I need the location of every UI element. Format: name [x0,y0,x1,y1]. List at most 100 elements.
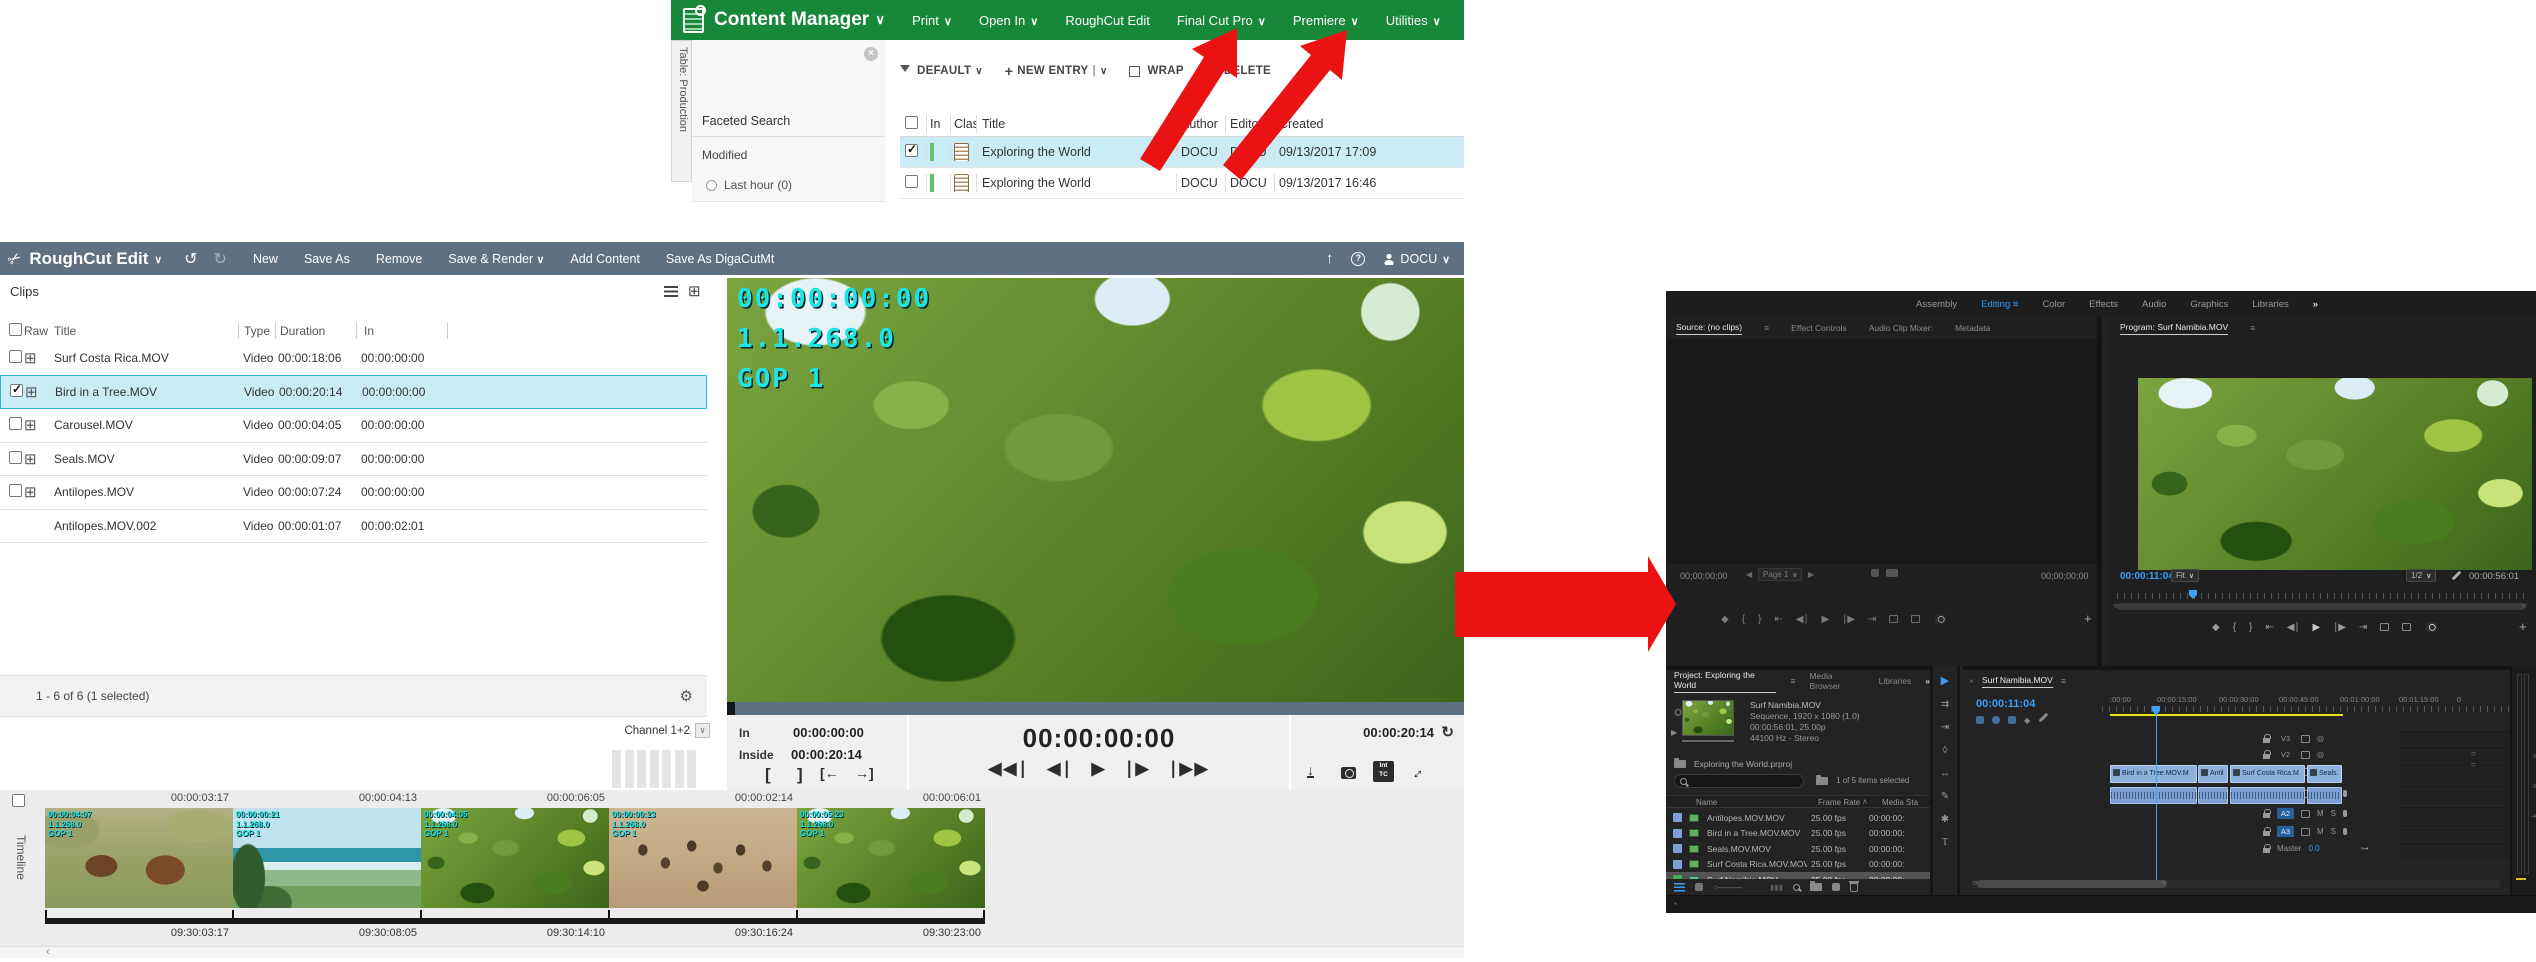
timeline-clip-thumbnail[interactable]: 00:00:05:231.1.268.0GOP 1 [797,808,985,908]
tab-effects[interactable]: Effects [2089,299,2118,310]
row-checkbox[interactable] [905,175,918,188]
timeline-clip[interactable]: Bird in a Tree.MOV.M [2110,765,2197,783]
mark-out-button[interactable]: ] [797,765,803,785]
play-icon[interactable]: ▶ [2312,622,2320,633]
scroll-handle-icon[interactable]: ○ [2113,601,2118,610]
panel-menu-icon[interactable]: ≡ [2250,323,2255,333]
hand-tool[interactable]: ✱ [1933,814,1957,825]
timeline-playhead[interactable] [2156,714,2157,882]
mark-in-icon[interactable]: { [2233,622,2236,633]
sync-lock-icon[interactable] [2301,810,2310,818]
go-to-in-icon[interactable]: ⇤ [2265,622,2273,633]
tab-media-browser[interactable]: Media Browser [1809,671,1864,691]
filter-default-button[interactable]: DEFAULT [900,65,983,77]
project-file-name[interactable]: Exploring the World.prproj [1694,759,1792,769]
col-raw[interactable]: Raw [24,324,44,338]
tab-program[interactable]: Program: Surf Namibia.MOV [2120,322,2228,335]
add-content-button[interactable]: Add Content [570,252,640,266]
row-checkbox[interactable] [9,350,22,363]
channel-select[interactable]: ∨ [695,723,710,738]
find-icon[interactable] [1793,884,1800,891]
download-icon[interactable] [1307,765,1314,778]
video-preview[interactable]: 00:00:00:00 1.1.268.0 GOP 1 [727,278,1464,702]
resolution-select[interactable]: 1/2 [2406,569,2436,582]
voiceover-mic-icon[interactable] [2343,828,2347,835]
go-to-out-icon[interactable]: ⇥ [2359,622,2367,633]
new-item-icon[interactable] [1832,883,1840,891]
clip-row[interactable]: ⊞ Surf Costa Rica.MOV Video 00:00:18:06 … [0,342,707,376]
sort-asc-icon[interactable]: ∧ [1862,797,1868,806]
voiceover-mic-icon[interactable] [2343,810,2347,817]
video-scrubber[interactable] [727,702,1464,715]
lock-icon[interactable] [2263,738,2270,743]
zoom-handle-icon[interactable]: ○ [1973,878,1978,887]
save-as-button[interactable]: Save As [304,252,350,266]
add-marker-icon[interactable]: ◆ [1721,614,1729,625]
row-checkbox[interactable] [9,417,22,430]
tab-source[interactable]: Source: (no clips) [1676,322,1742,335]
list-view-icon[interactable] [1674,883,1685,892]
bin-icon[interactable] [1816,777,1828,785]
user-menu[interactable]: DOCU [1383,252,1450,266]
delete-button[interactable]: DELETE [1206,65,1271,77]
slip-tool[interactable]: ↔ [1933,768,1957,779]
radio-icon[interactable] [706,180,717,191]
page-next-icon[interactable]: ▶ [1808,570,1814,579]
settings-icon[interactable] [1871,569,1879,577]
timeline-clip-thumbnail[interactable]: 00:00:00:231.1.268.0GOP 1 [609,808,797,908]
automate-icon[interactable]: ▮▮▮ [1770,883,1783,892]
icon-view-icon[interactable] [1695,883,1703,891]
project-row[interactable]: Surf Costa Rica.MOV.MOV 25.00 fps 00:00:… [1666,857,1930,873]
sync-lock-icon[interactable] [2301,751,2310,759]
table-production-side-tab[interactable]: Table: Production [671,40,692,182]
mark-in-button[interactable]: [ [765,765,771,785]
insert-icon[interactable] [1889,615,1898,623]
lock-icon[interactable] [2263,831,2270,836]
timeline-settings-icon[interactable] [2039,713,2049,723]
track-v3[interactable]: V3 [2277,733,2294,744]
row-checkbox[interactable] [10,384,23,397]
step-forward-button[interactable]: ∣▶ [1125,759,1151,778]
step-back-button[interactable]: ◀∣ [1047,759,1073,778]
scrubber-playhead[interactable] [727,702,735,715]
project-preview-thumbnail[interactable] [1682,700,1734,736]
row-checkbox[interactable] [9,484,22,497]
goto-in-button[interactable]: [← [820,765,839,781]
facet-option-last-hour[interactable]: Last hour (0) [706,178,792,192]
list-view-icon[interactable] [664,286,678,297]
project-row[interactable]: Bird in a Tree.MOV.MOV 25.00 fps 00:00:0… [1666,826,1930,842]
step-back-icon[interactable]: ◀∣ [1796,614,1809,625]
track-select-tool[interactable]: ⇉ [1933,699,1957,710]
refresh-icon[interactable]: ↻ [1441,723,1454,741]
export-frame-icon[interactable] [1935,615,1946,624]
tab-metadata[interactable]: Metadata [1955,323,1990,333]
tab-audio[interactable]: Audio [2142,299,2166,310]
step-forward-icon[interactable]: ∣▶ [1842,614,1855,625]
menu-open-in[interactable]: Open In [979,13,1038,28]
timeline-audio-clip[interactable] [2198,787,2228,804]
table-row[interactable]: Exploring the World DOCU DOCU 09/13/2017… [900,168,1464,199]
redo-icon[interactable]: ↻ [214,249,227,269]
timeline-clip[interactable]: Surf Costa Rica.M [2230,765,2305,783]
ripple-edit-tool[interactable]: ⇥ [1933,722,1957,733]
close-icon[interactable]: × [1969,676,1974,686]
chevron-down-icon[interactable] [875,11,885,29]
preview-scrubber[interactable] [1682,740,1734,742]
sync-lock-icon[interactable] [2301,828,2310,836]
project-row[interactable]: Seals.MOV.MOV 25.00 fps 00:00:00: [1666,841,1930,857]
timeline-clip-thumbnail[interactable]: 00:00:04:071.1.268.0GOP 1 [45,808,233,908]
timeline-audio-clip[interactable] [2110,787,2197,804]
lock-icon[interactable] [2263,813,2270,818]
help-icon[interactable] [1351,252,1365,266]
col-in[interactable]: In [357,324,447,338]
play-button[interactable]: ▶ [1091,759,1106,778]
col-author[interactable]: Author [1176,115,1225,133]
mute-button[interactable]: M [2317,809,2324,818]
timeline-clip[interactable]: Seals. [2307,765,2342,783]
export-frame-icon[interactable] [2426,623,2437,632]
program-monitor-viewer[interactable] [2138,378,2532,570]
save-as-digacutmt-button[interactable]: Save As DigaCutMt [666,252,774,266]
track-a3[interactable]: A3 [2277,826,2294,837]
fast-forward-button[interactable]: ∣▶▶ [1169,759,1210,778]
timeline-clip[interactable]: Antil [2198,765,2228,783]
